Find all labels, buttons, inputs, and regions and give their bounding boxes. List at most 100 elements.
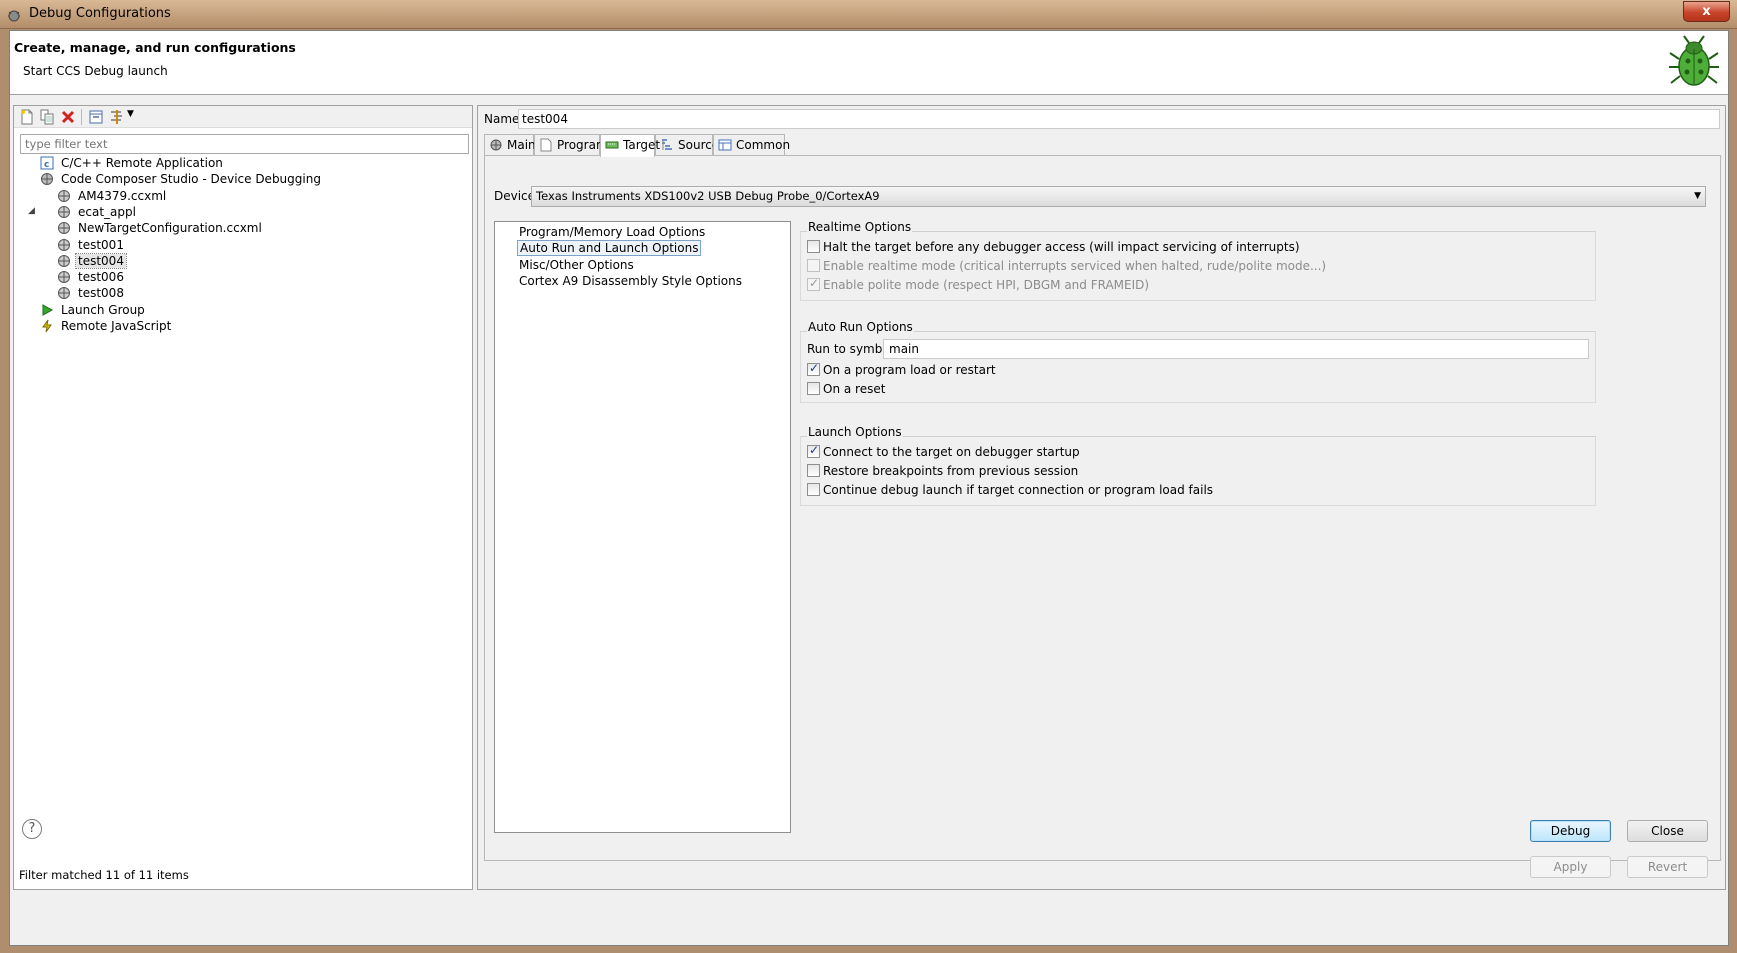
main-icon <box>490 139 502 151</box>
debug-icon <box>8 10 20 22</box>
tree-item[interactable]: test004 <box>57 252 127 270</box>
tree-item-label: test006 <box>78 270 124 285</box>
checkbox-box <box>807 361 820 376</box>
c-app-icon: c <box>40 156 54 170</box>
tab-program[interactable]: Program <box>534 134 608 156</box>
tab-common[interactable]: Common <box>713 134 790 156</box>
checkbox-box <box>807 464 820 477</box>
device-label: Device <box>494 189 536 203</box>
launch-group-icon <box>42 303 54 316</box>
program-icon <box>540 138 552 152</box>
option-item[interactable]: Misc/Other Options <box>517 257 636 273</box>
run-to-symbol-label: Run to symbol <box>807 342 894 356</box>
help-icon[interactable]: ? <box>22 819 42 839</box>
tree-item-label: Remote JavaScript <box>61 319 172 333</box>
title-bar: Debug Configurations x <box>0 0 1737 29</box>
configuration-list-pane: ▼ c C/C++ Remote Application Code Composer… <box>13 105 473 890</box>
svg-text:c: c <box>44 160 49 170</box>
run-to-symbol-input[interactable]: main <box>883 339 1589 359</box>
name-input[interactable]: test004 <box>518 109 1720 129</box>
tree-item[interactable]: c C/C++ Remote Application <box>40 154 225 172</box>
filter-input[interactable] <box>20 134 469 154</box>
ccs-config-icon <box>58 254 70 267</box>
tab-target[interactable]: Target <box>600 134 660 157</box>
option-item[interactable]: Cortex A9 Disassembly Style Options <box>517 273 744 289</box>
ccs-config-icon <box>58 238 70 251</box>
dialog-client: Create, manage, and run configurations S… <box>9 30 1729 946</box>
restore-breakpoints-checkbox[interactable]: Restore breakpoints from previous sessio… <box>807 464 1078 478</box>
revert-button[interactable]: Revert <box>1627 856 1708 878</box>
debug-button[interactable]: Debug <box>1530 820 1611 842</box>
tree-item[interactable]: Launch Group <box>40 301 147 319</box>
tab-source[interactable]: Source <box>655 134 719 156</box>
option-item[interactable]: Program/Memory Load Options <box>517 224 707 240</box>
tree-item-label: C/C++ Remote Application <box>61 156 223 170</box>
ccs-icon <box>41 173 53 186</box>
chevron-down-icon: ▼ <box>1694 191 1701 201</box>
dialog-subtitle: Start CCS Debug launch <box>23 64 168 78</box>
realtime-mode-checkbox: Enable realtime mode (critical interrupt… <box>807 259 1326 273</box>
checkbox-box <box>807 276 820 291</box>
tree-expand-toggle-icon[interactable]: ◢ <box>28 206 35 216</box>
tree-item-label: ecat_appl <box>78 204 136 219</box>
ccs-config-icon <box>58 287 70 300</box>
tree-item[interactable]: Remote JavaScript <box>40 317 173 335</box>
target-icon <box>605 141 619 149</box>
left-toolbar: ▼ <box>14 106 472 128</box>
ccs-config-icon <box>58 189 70 202</box>
option-item[interactable]: Auto Run and Launch Options <box>517 240 702 256</box>
tab-main[interactable]: Main <box>484 134 536 156</box>
dialog-header: Create, manage, and run configurations S… <box>10 31 1728 95</box>
window-close-button[interactable]: x <box>1683 1 1730 22</box>
tree-item-label: AM4379.ccxml <box>78 188 167 203</box>
checkbox-box <box>807 259 820 272</box>
tree-item[interactable]: NewTargetConfiguration.ccxml <box>57 219 264 237</box>
ccs-config-icon <box>58 271 70 284</box>
configuration-editor-pane: Name: test004 Main Program Target Source… <box>477 105 1726 890</box>
auto-run-options-title: Auto Run Options <box>807 320 914 334</box>
target-tab-panel: Device Texas Instruments XDS100v2 USB De… <box>484 155 1721 861</box>
collapse-all-icon[interactable] <box>88 109 104 125</box>
option-category-list: Program/Memory Load Options Auto Run and… <box>494 221 791 833</box>
ccs-config-icon <box>58 205 70 218</box>
filter-icon[interactable] <box>109 109 125 125</box>
apply-button[interactable]: Apply <box>1530 856 1611 878</box>
tree-item-label: test008 <box>78 286 124 301</box>
tree-item[interactable]: test006 <box>57 268 126 286</box>
filter-dropdown-icon[interactable]: ▼ <box>127 109 134 119</box>
checkbox-box <box>807 483 820 496</box>
tree-item[interactable]: Code Composer Studio - Device Debugging <box>40 170 323 188</box>
tree-item[interactable]: AM4379.ccxml <box>57 187 168 205</box>
halt-target-checkbox[interactable]: Halt the target before any debugger acce… <box>807 240 1300 254</box>
bug-icon <box>1669 35 1719 86</box>
ccs-config-icon <box>58 222 70 235</box>
new-launch-configuration-icon[interactable] <box>19 109 35 125</box>
tree-item-label: test001 <box>78 237 124 252</box>
launch-options-title: Launch Options <box>807 425 903 439</box>
tree-item[interactable]: ecat_appl <box>57 203 138 221</box>
polite-mode-checkbox: Enable polite mode (respect HPI, DBGM an… <box>807 276 1149 292</box>
connect-on-startup-checkbox[interactable]: Connect to the target on debugger startu… <box>807 443 1080 459</box>
close-button[interactable]: Close <box>1627 820 1708 842</box>
common-icon <box>718 139 732 151</box>
run-on-load-checkbox[interactable]: On a program load or restart <box>807 361 996 377</box>
filter-status: Filter matched 11 of 11 items <box>19 868 189 882</box>
run-on-reset-checkbox[interactable]: On a reset <box>807 382 885 396</box>
checkbox-box <box>807 240 820 253</box>
tree-item[interactable]: test008 <box>57 284 126 302</box>
duplicate-icon[interactable] <box>39 109 55 125</box>
dialog-title: Create, manage, and run configurations <box>14 40 296 55</box>
toolbar-separator <box>81 109 82 125</box>
continue-on-failure-checkbox[interactable]: Continue debug launch if target connecti… <box>807 483 1213 497</box>
checkbox-box <box>807 382 820 395</box>
window-title: Debug Configurations <box>29 6 171 21</box>
tree-item-label: NewTargetConfiguration.ccxml <box>78 221 262 236</box>
device-select[interactable]: Texas Instruments XDS100v2 USB Debug Pro… <box>531 186 1706 207</box>
source-icon <box>662 139 672 150</box>
tree-item[interactable]: test001 <box>57 236 126 254</box>
delete-icon[interactable] <box>60 109 76 125</box>
realtime-options-title: Realtime Options <box>807 220 913 234</box>
tree-item-label: Launch Group <box>61 302 145 317</box>
tree-item-label: Code Composer Studio - Device Debugging <box>61 172 321 187</box>
tree-item-label: test004 <box>75 252 127 269</box>
